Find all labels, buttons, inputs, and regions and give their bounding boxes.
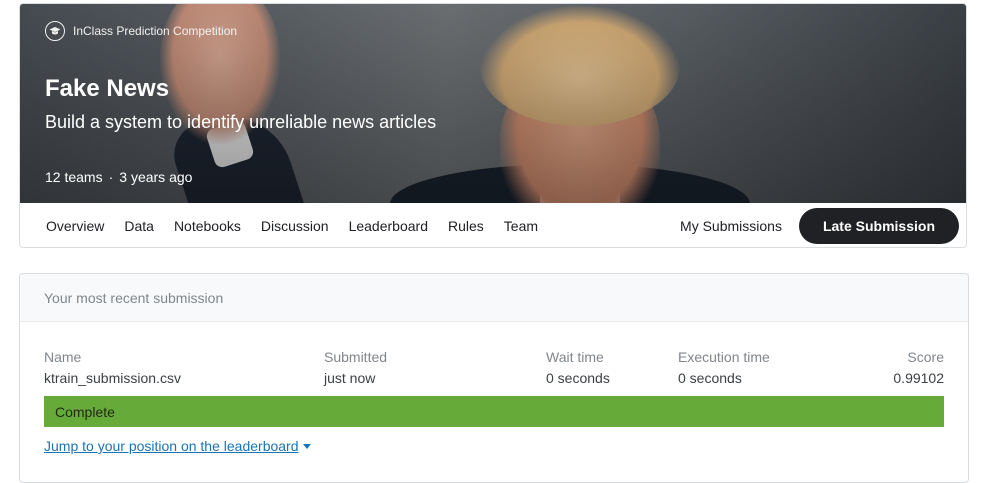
graduation-cap-icon xyxy=(45,21,65,41)
submitted-value: just now xyxy=(324,370,376,386)
tab-notebooks[interactable]: Notebooks xyxy=(174,218,241,234)
competition-type-label: InClass Prediction Competition xyxy=(73,24,238,38)
my-submissions-link[interactable]: My Submissions xyxy=(680,218,782,234)
name-value: ktrain_submission.csv xyxy=(44,370,181,386)
tab-team[interactable]: Team xyxy=(504,218,538,234)
team-count: 12 teams xyxy=(45,169,103,185)
late-submission-button[interactable]: Late Submission xyxy=(798,207,959,244)
score-value: 0.99102 xyxy=(893,370,944,386)
competition-nav: Overview Data Notebooks Discussion Leade… xyxy=(20,203,966,247)
meta-separator: · xyxy=(108,169,114,185)
jump-to-leaderboard-link[interactable]: Jump to your position on the leaderboard xyxy=(44,438,311,454)
tab-overview[interactable]: Overview xyxy=(46,218,104,234)
submitted-label: Submitted xyxy=(324,349,388,365)
execution-time-value: 0 seconds xyxy=(678,370,742,386)
competition-type-badge: InClass Prediction Competition xyxy=(45,21,237,41)
submitted-column: Submitted just now xyxy=(324,349,387,386)
wait-time-label: Wait time xyxy=(546,349,604,365)
wait-time-value: 0 seconds xyxy=(546,370,610,386)
score-column: Score 0.99102 xyxy=(893,349,944,386)
submission-card: Your most recent submission Name ktrain_… xyxy=(19,273,969,483)
wait-time-column: Wait time 0 seconds xyxy=(546,349,610,386)
tab-rules[interactable]: Rules xyxy=(448,218,484,234)
competition-subtitle: Build a system to identify unreliable ne… xyxy=(45,112,437,132)
competition-card: InClass Prediction Competition Fake News… xyxy=(19,3,967,248)
execution-time-column: Execution time 0 seconds xyxy=(678,349,770,386)
competition-age: 3 years ago xyxy=(119,169,193,185)
jump-link-label[interactable]: Jump to your position on the leaderboard xyxy=(44,438,299,454)
execution-time-label: Execution time xyxy=(678,349,770,365)
status-complete-bar: Complete xyxy=(44,396,944,427)
name-column: Name ktrain_submission.csv xyxy=(44,349,181,386)
caret-down-icon[interactable] xyxy=(302,443,311,449)
submission-details: Name ktrain_submission.csv Submitted jus… xyxy=(20,322,968,386)
competition-title: Fake News xyxy=(45,75,170,102)
tab-data[interactable]: Data xyxy=(124,218,154,234)
tab-discussion[interactable]: Discussion xyxy=(261,218,329,234)
tab-leaderboard[interactable]: Leaderboard xyxy=(349,218,428,234)
tab-list: Overview Data Notebooks Discussion Leade… xyxy=(46,218,538,234)
submission-card-header: Your most recent submission xyxy=(20,274,968,322)
competition-banner: InClass Prediction Competition Fake News… xyxy=(20,4,966,203)
score-label: Score xyxy=(907,349,944,365)
nav-actions: My Submissions Late Submission xyxy=(680,207,966,244)
competition-meta: 12 teams · 3 years ago xyxy=(45,169,192,185)
name-label: Name xyxy=(44,349,82,365)
